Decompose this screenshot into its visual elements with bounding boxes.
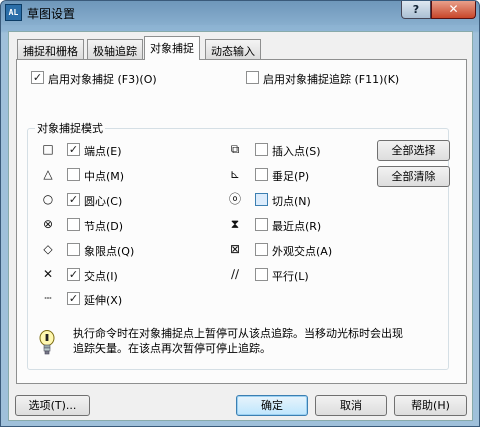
osnap-on-checkbox[interactable] bbox=[31, 71, 44, 84]
perpendicular-marker-icon: ⊾ bbox=[229, 167, 241, 181]
apparent-intersection-marker-icon: ⊠ bbox=[229, 242, 241, 256]
center-checkbox[interactable] bbox=[67, 193, 80, 206]
tangent-checkbox[interactable] bbox=[255, 193, 268, 206]
cancel-button[interactable]: 取消 bbox=[315, 395, 387, 416]
node-marker-icon: ⊗ bbox=[42, 217, 54, 231]
tab-object-snap[interactable]: 对象捕捉 bbox=[144, 36, 200, 60]
nearest-marker-icon: ⧗ bbox=[230, 217, 240, 231]
center-label: 圆心(C) bbox=[84, 195, 123, 208]
nearest-label: 最近点(R) bbox=[272, 220, 322, 233]
osnap-tracking-label: 启用对象捕捉追踪 (F11)(K) bbox=[263, 73, 400, 86]
quadrant-marker-icon: ◇ bbox=[43, 242, 53, 256]
endpoint-marker-icon: □ bbox=[42, 142, 54, 156]
tab-snap-grid[interactable]: 捕捉和栅格 bbox=[17, 39, 84, 59]
quadrant-checkbox[interactable] bbox=[67, 243, 80, 256]
center-marker-icon: ○ bbox=[42, 192, 54, 206]
intersection-label: 交点(I) bbox=[84, 270, 118, 283]
extension-label: 延伸(X) bbox=[84, 294, 123, 307]
window-title: 草图设置 bbox=[27, 7, 76, 21]
lightbulb-icon bbox=[39, 330, 55, 355]
options-button[interactable]: 选项(T)... bbox=[15, 395, 90, 416]
help-button[interactable]: 帮助(H) bbox=[394, 395, 467, 416]
midpoint-checkbox[interactable] bbox=[67, 168, 80, 181]
endpoint-label: 端点(E) bbox=[84, 145, 122, 158]
dialog-client: 捕捉和栅格 极轴追踪 对象捕捉 动态输入 启用对象捕捉 (F3)(O) 启用对象… bbox=[8, 31, 473, 421]
drafting-settings-window: AL 草图设置 ? ✕ 捕捉和栅格 极轴追踪 对象捕捉 动态输入 启用对象捕捉 … bbox=[0, 0, 480, 427]
tab-polar-tracking[interactable]: 极轴追踪 bbox=[87, 39, 143, 59]
tab-dynamic-input[interactable]: 动态输入 bbox=[205, 39, 261, 59]
extension-checkbox[interactable] bbox=[67, 292, 80, 305]
osnap-tracking-checkbox[interactable] bbox=[246, 71, 259, 84]
clear-all-button[interactable]: 全部清除 bbox=[377, 166, 450, 187]
select-all-button[interactable]: 全部选择 bbox=[377, 140, 450, 161]
perpendicular-checkbox[interactable] bbox=[255, 168, 268, 181]
ok-button[interactable]: 确定 bbox=[236, 395, 308, 416]
midpoint-marker-icon: △ bbox=[43, 167, 53, 181]
insertion-label: 插入点(S) bbox=[272, 145, 321, 158]
insertion-checkbox[interactable] bbox=[255, 143, 268, 156]
intersection-marker-icon: ✕ bbox=[42, 267, 54, 281]
object-snap-panel: 启用对象捕捉 (F3)(O) 启用对象捕捉追踪 (F11)(K) 对象捕捉模式 … bbox=[16, 59, 467, 384]
perpendicular-label: 垂足(P) bbox=[272, 170, 310, 183]
apparent-intersection-checkbox[interactable] bbox=[255, 243, 268, 256]
parallel-label: 平行(L) bbox=[272, 270, 309, 283]
tangent-label: 切点(N) bbox=[272, 195, 311, 208]
autocad-app-icon: AL bbox=[5, 4, 22, 21]
intersection-checkbox[interactable] bbox=[67, 268, 80, 281]
extension-marker-icon: ┄ bbox=[44, 291, 52, 305]
node-checkbox[interactable] bbox=[67, 218, 80, 231]
nearest-checkbox[interactable] bbox=[255, 218, 268, 231]
title-bar[interactable]: AL 草图设置 ? ✕ bbox=[1, 1, 479, 25]
osnap-on-label: 启用对象捕捉 (F3)(O) bbox=[48, 73, 157, 86]
parallel-marker-icon: ∕∕ bbox=[230, 267, 240, 281]
endpoint-checkbox[interactable] bbox=[67, 143, 80, 156]
help-titlebar-button[interactable]: ? bbox=[401, 1, 431, 19]
quadrant-label: 象限点(Q) bbox=[84, 245, 135, 258]
insertion-marker-icon: ⧉ bbox=[230, 142, 240, 156]
tangent-marker-icon: ⓞ bbox=[228, 192, 241, 206]
close-button[interactable]: ✕ bbox=[431, 1, 476, 19]
apparent-intersection-label: 外观交点(A) bbox=[272, 245, 333, 258]
tip-text: 执行命令时在对象捕捉点上暂停可从该点追踪。当移动光标时会出现追踪矢量。在该点再次… bbox=[73, 327, 403, 355]
snap-modes-title: 对象捕捉模式 bbox=[35, 120, 105, 136]
midpoint-label: 中点(M) bbox=[84, 170, 125, 183]
parallel-checkbox[interactable] bbox=[255, 268, 268, 281]
node-label: 节点(D) bbox=[84, 220, 124, 233]
